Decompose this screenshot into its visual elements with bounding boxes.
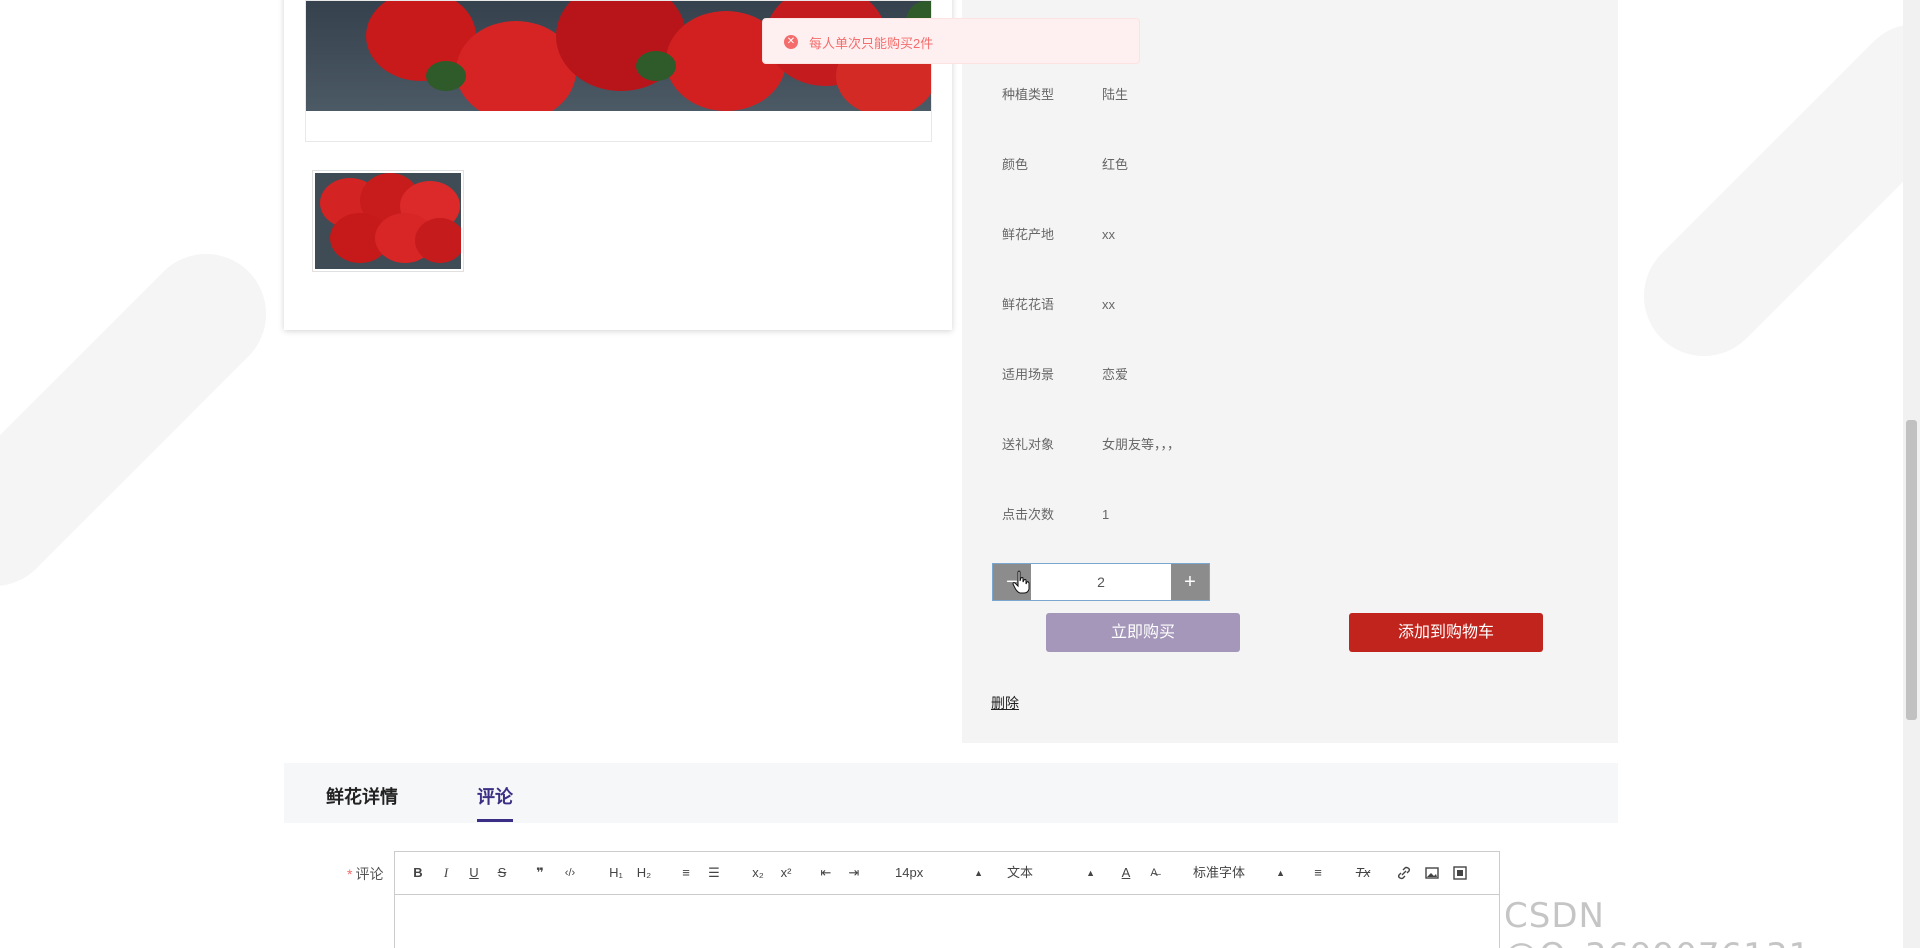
required-mark: * xyxy=(347,866,353,882)
image-button[interactable] xyxy=(1423,863,1441,883)
comment-field-label: * 评论 xyxy=(347,864,383,884)
background-color-icon[interactable]: A̶ xyxy=(1145,863,1163,883)
underline-button[interactable]: U xyxy=(465,863,483,883)
select-arrows-icon: ▲ xyxy=(1086,868,1095,878)
buy-now-button[interactable]: 立即购买 xyxy=(1046,613,1240,652)
outdent-button[interactable]: ⇤ xyxy=(817,863,835,883)
attribute-label: 点击次数 xyxy=(1002,507,1055,522)
text-type-value: 文本 xyxy=(1007,865,1034,880)
editor-toolbar: B I U S ❞ ‹/› H₁ H₂ ≡ ☰ x₂ x² ⇤ ⇥ 14px ▲ … xyxy=(395,852,1499,895)
bullet-list-button[interactable]: ☰ xyxy=(705,863,723,883)
tab-flower-details[interactable]: 鲜花详情 xyxy=(326,783,398,809)
hand-cursor-icon xyxy=(1012,570,1030,594)
select-arrows-icon: ▲ xyxy=(974,868,983,878)
strikethrough-button[interactable]: S xyxy=(493,863,511,883)
code-block-button[interactable]: ‹/› xyxy=(559,863,581,883)
video-button[interactable] xyxy=(1451,863,1469,883)
image-icon xyxy=(1425,867,1439,879)
error-toast: ✕ 每人单次只能购买2件 xyxy=(762,18,1140,64)
link-icon xyxy=(1397,866,1411,880)
delete-link[interactable]: 删除 xyxy=(991,693,1019,713)
attribute-label: 鲜花花语 xyxy=(1002,297,1055,312)
text-type-select[interactable]: 文本 ▲ xyxy=(1007,863,1095,883)
comment-rich-text-editor: B I U S ❞ ‹/› H₁ H₂ ≡ ☰ x₂ x² ⇤ ⇥ 14px ▲ … xyxy=(394,851,1500,948)
blockquote-button[interactable]: ❞ xyxy=(531,863,549,883)
attribute-row-flower-language: 鲜花花语 xx xyxy=(1002,294,1115,313)
increase-quantity-button[interactable]: + xyxy=(1171,564,1209,600)
attribute-value: 红色 xyxy=(1102,157,1129,172)
attribute-value: 陆生 xyxy=(1102,87,1129,102)
background-stripe-left xyxy=(0,229,291,611)
attribute-value: 恋爱 xyxy=(1102,367,1129,382)
comment-label-text: 评论 xyxy=(355,866,384,882)
attribute-label: 颜色 xyxy=(1002,157,1029,172)
page-scrollbar[interactable] xyxy=(1903,0,1920,948)
scrollbar-thumb[interactable] xyxy=(1906,420,1917,720)
toast-message: 每人单次只能购买2件 xyxy=(809,36,934,51)
attribute-label: 适用场景 xyxy=(1002,367,1055,382)
active-tab-indicator xyxy=(477,819,513,822)
superscript-button[interactable]: x² xyxy=(775,863,797,883)
link-button[interactable] xyxy=(1395,863,1413,883)
attribute-row-color: 颜色 红色 xyxy=(1002,154,1128,173)
font-size-select[interactable]: 14px ▲ xyxy=(895,863,983,883)
indent-button[interactable]: ⇥ xyxy=(845,863,863,883)
font-family-value: 标准字体 xyxy=(1193,865,1246,880)
attribute-value: xx xyxy=(1102,297,1115,312)
attribute-value: xx xyxy=(1102,227,1115,242)
attribute-label: 种植类型 xyxy=(1002,87,1055,102)
editor-content-area[interactable] xyxy=(395,895,1499,948)
quantity-input[interactable]: 2 xyxy=(1031,564,1171,600)
attribute-row-origin: 鲜花产地 xx xyxy=(1002,224,1115,243)
attribute-row-occasion: 适用场景 恋爱 xyxy=(1002,364,1128,383)
attribute-row-recipient: 送礼对象 女朋友等，，， xyxy=(1002,434,1180,453)
video-icon xyxy=(1453,866,1467,880)
font-color-icon[interactable]: A xyxy=(1117,863,1135,883)
font-family-select[interactable]: 标准字体 ▲ xyxy=(1193,863,1285,883)
ordered-list-button[interactable]: ≡ xyxy=(677,863,695,883)
attribute-value: 女朋友等，，， xyxy=(1102,437,1181,452)
background-stripe-right xyxy=(1619,0,1920,381)
attribute-label: 鲜花产地 xyxy=(1002,227,1055,242)
detail-tabs: 鲜花详情 评论 xyxy=(284,763,1618,823)
subscript-button[interactable]: x₂ xyxy=(747,863,769,883)
clear-format-button[interactable]: Tx xyxy=(1353,863,1373,883)
heading-1-button[interactable]: H₁ xyxy=(605,863,627,883)
error-circle-icon: ✕ xyxy=(784,35,798,49)
add-to-cart-button[interactable]: 添加到购物车 xyxy=(1349,613,1543,652)
italic-button[interactable]: I xyxy=(437,863,455,883)
attribute-value: 1 xyxy=(1102,507,1110,522)
bold-button[interactable]: B xyxy=(409,863,427,883)
heading-2-button[interactable]: H₂ xyxy=(633,863,655,883)
select-arrows-icon: ▲ xyxy=(1276,868,1285,878)
font-size-value: 14px xyxy=(895,865,924,880)
product-detail-page: 种植类型 陆生 颜色 红色 鲜花产地 xx 鲜花花语 xx 适用场景 恋爱 送礼对象 女朋友… xyxy=(0,0,1920,948)
attribute-row-planting-type: 种植类型 陆生 xyxy=(1002,84,1128,103)
thumbnail-image[interactable] xyxy=(312,170,464,272)
align-button[interactable]: ≡ xyxy=(1309,863,1327,883)
attribute-label: 送礼对象 xyxy=(1002,437,1055,452)
tab-comments[interactable]: 评论 xyxy=(477,783,513,809)
attribute-row-click-count: 点击次数 1 xyxy=(1002,504,1109,523)
csdn-watermark: CSDN @Q_3699076131 xyxy=(1504,896,1810,948)
